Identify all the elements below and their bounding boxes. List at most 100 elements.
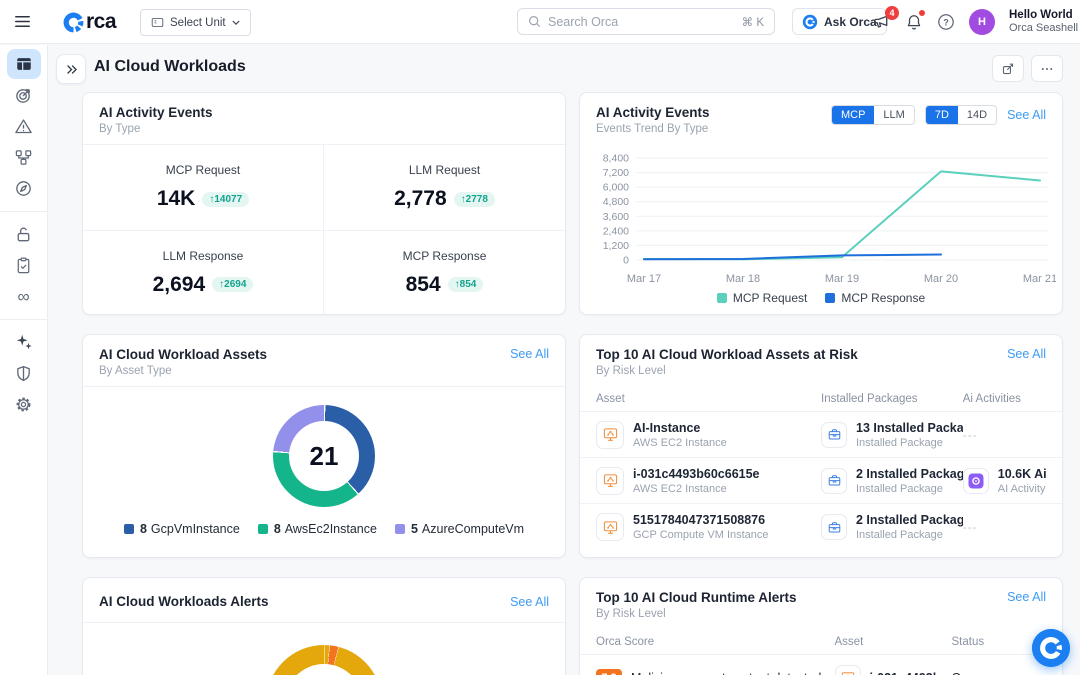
ellipsis-icon bbox=[1040, 62, 1054, 76]
avatar[interactable]: H bbox=[969, 9, 995, 35]
search-icon bbox=[528, 15, 541, 28]
legend-azurecomputevm: 5AzureComputeVm bbox=[395, 522, 524, 536]
stat-delta-badge: ↑14077 bbox=[202, 192, 249, 207]
sidebar-item-compliance[interactable] bbox=[7, 250, 41, 280]
orca-chat-icon bbox=[1032, 629, 1070, 667]
package-icon bbox=[821, 514, 847, 540]
runtime-table-header: Orca Score Asset Status bbox=[580, 629, 1062, 655]
cards-grid: AI Activity Events By Type MCP Request 1… bbox=[82, 92, 1063, 675]
hamburger-menu-icon[interactable] bbox=[13, 12, 32, 31]
legend-swatch bbox=[825, 293, 835, 303]
toggle-mcp[interactable]: MCP bbox=[832, 106, 874, 124]
svg-text:1,200: 1,200 bbox=[603, 240, 629, 252]
chevron-down-icon bbox=[232, 20, 240, 26]
export-button[interactable] bbox=[992, 55, 1024, 82]
announcements-badge: 4 bbox=[885, 6, 899, 20]
target-icon bbox=[14, 86, 33, 105]
search-input[interactable] bbox=[548, 15, 735, 29]
user-info[interactable]: Hello World Orca Seashell Demo Us bbox=[1009, 9, 1080, 36]
svg-text:6,000: 6,000 bbox=[603, 182, 629, 194]
see-all-link[interactable]: See All bbox=[510, 347, 549, 361]
orca-logo[interactable]: rca bbox=[62, 10, 116, 34]
card-activity-trend: AI Activity Events Events Trend By Type … bbox=[579, 92, 1063, 315]
svg-text:7,200: 7,200 bbox=[603, 167, 629, 179]
sidebar-divider bbox=[0, 211, 48, 212]
sidebar-item-ai-security[interactable] bbox=[7, 327, 41, 357]
toggle-llm[interactable]: LLM bbox=[874, 106, 913, 124]
see-all-link[interactable]: See All bbox=[1007, 590, 1046, 604]
unit-icon bbox=[151, 16, 164, 29]
sidebar-item-shift-left[interactable]: ∞ bbox=[7, 281, 41, 311]
stat-llm-response: LLM Response 2,694↑2694 bbox=[83, 231, 324, 316]
svg-text:8,400: 8,400 bbox=[603, 153, 629, 165]
sidebar-item-attack-paths[interactable] bbox=[7, 80, 41, 110]
svg-text:Mar 21: Mar 21 bbox=[1023, 273, 1056, 285]
see-all-link[interactable]: See All bbox=[1007, 347, 1046, 361]
card-subtitle: By Risk Level bbox=[596, 608, 797, 620]
sidebar-item-shield[interactable] bbox=[7, 358, 41, 388]
legend-swatch bbox=[258, 524, 268, 534]
sidebar-item-dashboard[interactable] bbox=[7, 49, 41, 79]
sidebar-item-alerts[interactable] bbox=[7, 111, 41, 141]
card-title: AI Cloud Workloads Alerts bbox=[99, 590, 269, 613]
top-bar: rca Select Unit ⌘ K Ask Orca 4 ? H Hello… bbox=[0, 0, 1080, 44]
card-workload-assets: AI Cloud Workload Assets By Asset Type S… bbox=[82, 334, 566, 558]
alerts-donut-chart bbox=[83, 623, 565, 675]
share-icon bbox=[1001, 62, 1015, 76]
legend-swatch bbox=[717, 293, 727, 303]
page-actions bbox=[992, 55, 1063, 82]
sidebar-item-discovery[interactable] bbox=[7, 173, 41, 203]
empty-value: --- bbox=[963, 428, 978, 442]
card-title: Top 10 AI Cloud Runtime Alerts bbox=[596, 590, 797, 605]
stat-value: 2,778 bbox=[394, 187, 447, 211]
assets-table-header: Asset Installed Packages Ai Activities bbox=[580, 386, 1062, 412]
see-all-link[interactable]: See All bbox=[1007, 108, 1046, 122]
ask-orca-icon bbox=[802, 14, 818, 30]
sidebar-item-security[interactable] bbox=[7, 219, 41, 249]
table-row[interactable]: 7.8 Malicious prompt content detected i-… bbox=[580, 655, 1062, 675]
expand-panel-button[interactable] bbox=[56, 54, 86, 84]
table-row[interactable]: AI-InstanceAWS EC2 Instance 13 Installed… bbox=[580, 412, 1062, 458]
user-name: Hello World bbox=[1009, 9, 1080, 23]
page-title: AI Cloud Workloads bbox=[94, 58, 246, 76]
more-options-button[interactable] bbox=[1031, 55, 1063, 82]
donut-ring bbox=[266, 645, 382, 675]
stat-mcp-response: MCP Response 854↑854 bbox=[324, 231, 565, 316]
orca-chat-button[interactable] bbox=[1032, 629, 1070, 667]
see-all-link[interactable]: See All bbox=[510, 595, 549, 609]
card-subtitle: By Type bbox=[99, 123, 213, 135]
legend-swatch bbox=[395, 524, 405, 534]
card-title: AI Activity Events bbox=[99, 105, 213, 120]
compass-icon bbox=[14, 179, 33, 198]
card-ai-activity-events: AI Activity Events By Type MCP Request 1… bbox=[82, 92, 566, 315]
toggle-7d[interactable]: 7D bbox=[926, 106, 958, 124]
user-org: Orca Seashell Demo Us bbox=[1009, 22, 1080, 35]
select-unit-label: Select Unit bbox=[170, 17, 226, 29]
legend-awsec2instance: 8AwsEc2Instance bbox=[258, 522, 377, 536]
vm-asset-icon bbox=[596, 513, 624, 541]
sidebar-item-inventory[interactable] bbox=[7, 142, 41, 172]
table-row[interactable]: 5151784047371508876GCP Compute VM Instan… bbox=[580, 504, 1062, 550]
help-button[interactable]: ? bbox=[937, 13, 955, 31]
announcements-button[interactable]: 4 bbox=[872, 13, 891, 32]
card-subtitle: By Asset Type bbox=[99, 365, 267, 377]
stat-mcp-request: MCP Request 14K↑14077 bbox=[83, 145, 324, 231]
svg-text:0: 0 bbox=[623, 255, 629, 267]
package-icon bbox=[821, 422, 847, 448]
notifications-button[interactable] bbox=[905, 13, 923, 31]
card-title: Top 10 AI Cloud Workload Assets at Risk bbox=[596, 347, 858, 362]
sidebar-item-settings[interactable] bbox=[7, 389, 41, 419]
donut-ring: 21 bbox=[273, 405, 375, 507]
toggle-14d[interactable]: 14D bbox=[958, 106, 996, 124]
search-bar[interactable]: ⌘ K bbox=[517, 8, 775, 35]
help-icon: ? bbox=[937, 13, 955, 31]
package-icon bbox=[821, 468, 847, 494]
line-chart: 01,2002,4003,6004,8006,0007,2008,400Mar … bbox=[586, 144, 1056, 290]
select-unit-button[interactable]: Select Unit bbox=[140, 9, 251, 36]
svg-text:2,400: 2,400 bbox=[603, 225, 629, 237]
double-chevron-right-icon bbox=[65, 63, 78, 76]
table-row[interactable]: i-031c4493b60c6615eAWS EC2 Instance 2 In… bbox=[580, 458, 1062, 504]
alert-triangle-icon bbox=[14, 117, 33, 136]
svg-text:Mar 19: Mar 19 bbox=[825, 273, 859, 285]
orca-logo-icon bbox=[62, 11, 85, 34]
